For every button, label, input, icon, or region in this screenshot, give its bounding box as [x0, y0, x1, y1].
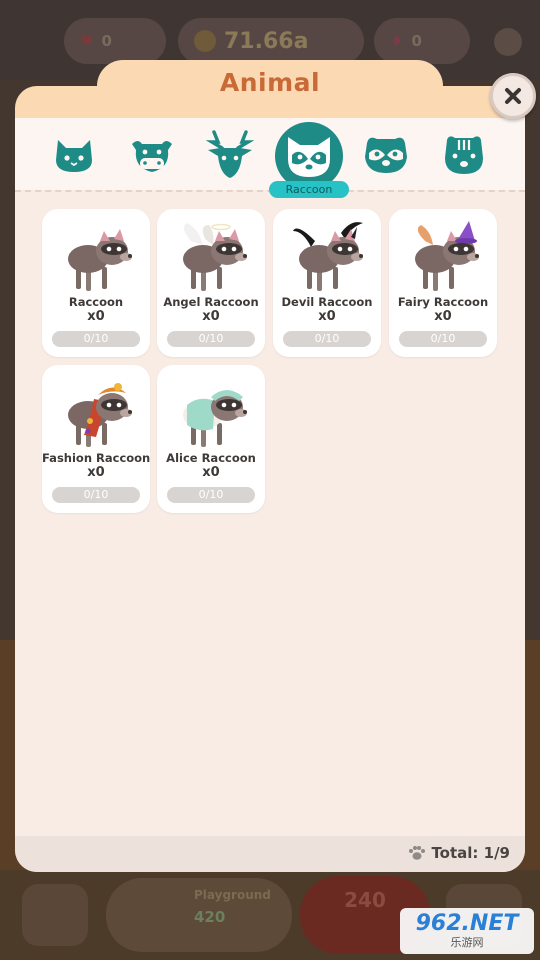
- tab-cow[interactable]: [124, 126, 180, 182]
- raccoon-icon: [288, 137, 330, 177]
- coin-icon: [194, 30, 216, 52]
- raccoon-image: [68, 229, 132, 291]
- animal-count: x0: [87, 465, 105, 480]
- progress-text: 0/10: [198, 488, 224, 501]
- tab-chipmunk[interactable]: [436, 126, 492, 182]
- animal-count: x0: [318, 309, 336, 324]
- animal-name: Raccoon: [68, 295, 124, 309]
- progress-text: 0/10: [430, 332, 456, 345]
- cow-icon: [132, 141, 172, 172]
- animal-card[interactable]: Devil Raccoon x0 0/10: [273, 209, 381, 357]
- collection-progress: 0/10: [399, 331, 487, 347]
- alice-raccoon-image: [183, 385, 247, 447]
- tab-cat[interactable]: [46, 126, 102, 182]
- playground-card: Playground 420: [106, 878, 292, 952]
- modal-title: Animal: [219, 68, 321, 97]
- total-text: Total: 1/9: [431, 844, 510, 862]
- tab-red-panda[interactable]: [358, 126, 414, 182]
- animal-menu-button: [22, 884, 88, 946]
- animal-name: Devil Raccoon: [281, 295, 373, 309]
- animal-name: Alice Raccoon: [166, 451, 256, 465]
- tab-deer[interactable]: [202, 126, 258, 182]
- fairy-raccoon-image: [415, 221, 479, 291]
- gear-icon: [494, 28, 522, 56]
- animal-card[interactable]: Angel Raccoon x0 0/10: [157, 209, 265, 357]
- angel-raccoon-image: [183, 223, 247, 291]
- chipmunk-icon: [445, 136, 483, 174]
- upgrade-value: 240: [344, 888, 386, 912]
- animal-count: x0: [202, 465, 220, 480]
- watermark-top: 962.NET: [415, 911, 519, 936]
- animal-count: x0: [87, 309, 105, 324]
- playground-label: Playground: [194, 888, 271, 902]
- coins-value: 71.66a: [224, 28, 309, 54]
- tab-raccoon[interactable]: [275, 122, 343, 190]
- progress-text: 0/10: [83, 332, 109, 345]
- deer-icon: [205, 130, 255, 178]
- progress-text: 0/10: [198, 332, 224, 345]
- gem-icon: ♦: [390, 32, 404, 50]
- fashion-raccoon-image: [68, 383, 132, 447]
- animal-card[interactable]: Alice Raccoon x0 0/10: [157, 365, 265, 513]
- collection-progress: 0/10: [167, 487, 255, 503]
- coins-counter: 71.66a: [178, 18, 364, 64]
- animal-count: x0: [434, 309, 452, 324]
- heart-icon: ♥: [80, 32, 94, 50]
- close-button[interactable]: [490, 73, 536, 119]
- gems-value: 0: [411, 32, 422, 50]
- devil-raccoon-image: [293, 222, 363, 291]
- watermark-logo: 962.NET 乐游网: [400, 908, 534, 954]
- animal-name: Angel Raccoon: [163, 295, 259, 309]
- collection-progress: 0/10: [52, 487, 140, 503]
- active-category-label: Raccoon: [269, 181, 349, 198]
- cat-icon: [56, 140, 92, 172]
- animal-card[interactable]: Fairy Raccoon x0 0/10: [389, 209, 497, 357]
- hearts-counter: ♥ 0: [64, 18, 166, 64]
- paw-icon: [409, 846, 426, 860]
- close-icon: [505, 88, 521, 104]
- playground-value: 420: [194, 908, 226, 926]
- animal-name: Fashion Raccoon: [42, 451, 151, 465]
- hearts-value: 0: [101, 32, 112, 50]
- animal-card[interactable]: Fashion Raccoon x0 0/10: [42, 365, 150, 513]
- collection-progress: 0/10: [167, 331, 255, 347]
- collection-progress: 0/10: [283, 331, 371, 347]
- progress-text: 0/10: [314, 332, 340, 345]
- red-panda-icon: [365, 137, 407, 173]
- collection-progress: 0/10: [52, 331, 140, 347]
- watermark-bottom: 乐游网: [450, 936, 484, 949]
- gems-counter: ♦ 0: [374, 18, 470, 64]
- animal-count: x0: [202, 309, 220, 324]
- animal-card[interactable]: Raccoon x0 0/10: [42, 209, 150, 357]
- collection-total: Total: 1/9: [408, 844, 510, 862]
- animal-name: Fairy Raccoon: [397, 295, 489, 309]
- progress-text: 0/10: [83, 488, 109, 501]
